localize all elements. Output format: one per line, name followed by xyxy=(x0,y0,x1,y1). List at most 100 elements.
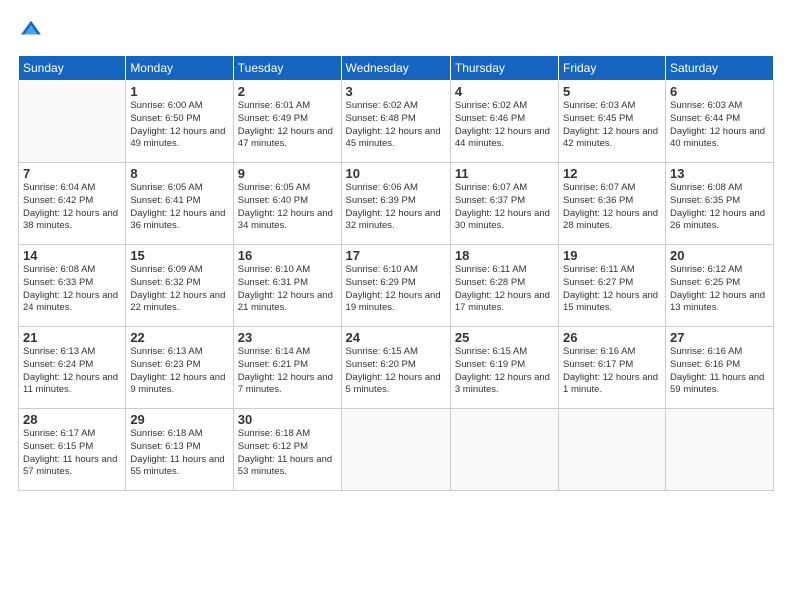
calendar-cell: 22Sunrise: 6:13 AMSunset: 6:23 PMDayligh… xyxy=(126,327,233,409)
calendar-cell: 4Sunrise: 6:02 AMSunset: 6:46 PMDaylight… xyxy=(450,81,558,163)
day-info: Sunrise: 6:07 AMSunset: 6:37 PMDaylight:… xyxy=(455,182,554,233)
day-number: 16 xyxy=(238,248,337,263)
logo-icon xyxy=(20,18,42,40)
day-number: 26 xyxy=(563,330,661,345)
day-number: 14 xyxy=(23,248,121,263)
calendar-cell xyxy=(665,409,773,491)
calendar-cell: 26Sunrise: 6:16 AMSunset: 6:17 PMDayligh… xyxy=(559,327,666,409)
day-info: Sunrise: 6:05 AMSunset: 6:40 PMDaylight:… xyxy=(238,182,337,233)
day-number: 4 xyxy=(455,84,554,99)
day-number: 5 xyxy=(563,84,661,99)
day-number: 27 xyxy=(670,330,769,345)
weekday-header-wednesday: Wednesday xyxy=(341,56,450,81)
calendar-cell: 14Sunrise: 6:08 AMSunset: 6:33 PMDayligh… xyxy=(19,245,126,327)
calendar-cell: 13Sunrise: 6:08 AMSunset: 6:35 PMDayligh… xyxy=(665,163,773,245)
day-number: 12 xyxy=(563,166,661,181)
calendar-cell: 20Sunrise: 6:12 AMSunset: 6:25 PMDayligh… xyxy=(665,245,773,327)
day-info: Sunrise: 6:17 AMSunset: 6:15 PMDaylight:… xyxy=(23,428,121,479)
day-info: Sunrise: 6:00 AMSunset: 6:50 PMDaylight:… xyxy=(130,100,228,151)
day-number: 8 xyxy=(130,166,228,181)
calendar-cell: 10Sunrise: 6:06 AMSunset: 6:39 PMDayligh… xyxy=(341,163,450,245)
calendar-cell: 30Sunrise: 6:18 AMSunset: 6:12 PMDayligh… xyxy=(233,409,341,491)
day-info: Sunrise: 6:08 AMSunset: 6:33 PMDaylight:… xyxy=(23,264,121,315)
calendar-cell xyxy=(19,81,126,163)
weekday-header-thursday: Thursday xyxy=(450,56,558,81)
day-info: Sunrise: 6:06 AMSunset: 6:39 PMDaylight:… xyxy=(346,182,446,233)
calendar-cell: 7Sunrise: 6:04 AMSunset: 6:42 PMDaylight… xyxy=(19,163,126,245)
day-number: 24 xyxy=(346,330,446,345)
day-number: 2 xyxy=(238,84,337,99)
week-row-5: 28Sunrise: 6:17 AMSunset: 6:15 PMDayligh… xyxy=(19,409,774,491)
day-number: 10 xyxy=(346,166,446,181)
day-info: Sunrise: 6:10 AMSunset: 6:31 PMDaylight:… xyxy=(238,264,337,315)
weekday-header-monday: Monday xyxy=(126,56,233,81)
calendar: SundayMondayTuesdayWednesdayThursdayFrid… xyxy=(18,55,774,491)
day-info: Sunrise: 6:01 AMSunset: 6:49 PMDaylight:… xyxy=(238,100,337,151)
calendar-cell: 2Sunrise: 6:01 AMSunset: 6:49 PMDaylight… xyxy=(233,81,341,163)
calendar-cell: 27Sunrise: 6:16 AMSunset: 6:16 PMDayligh… xyxy=(665,327,773,409)
calendar-cell: 9Sunrise: 6:05 AMSunset: 6:40 PMDaylight… xyxy=(233,163,341,245)
page: SundayMondayTuesdayWednesdayThursdayFrid… xyxy=(0,0,792,612)
day-info: Sunrise: 6:02 AMSunset: 6:46 PMDaylight:… xyxy=(455,100,554,151)
day-info: Sunrise: 6:08 AMSunset: 6:35 PMDaylight:… xyxy=(670,182,769,233)
day-number: 1 xyxy=(130,84,228,99)
day-info: Sunrise: 6:18 AMSunset: 6:13 PMDaylight:… xyxy=(130,428,228,479)
weekday-header-tuesday: Tuesday xyxy=(233,56,341,81)
calendar-cell: 15Sunrise: 6:09 AMSunset: 6:32 PMDayligh… xyxy=(126,245,233,327)
calendar-cell: 12Sunrise: 6:07 AMSunset: 6:36 PMDayligh… xyxy=(559,163,666,245)
calendar-cell: 28Sunrise: 6:17 AMSunset: 6:15 PMDayligh… xyxy=(19,409,126,491)
day-number: 25 xyxy=(455,330,554,345)
calendar-cell xyxy=(450,409,558,491)
day-info: Sunrise: 6:03 AMSunset: 6:45 PMDaylight:… xyxy=(563,100,661,151)
calendar-cell: 1Sunrise: 6:00 AMSunset: 6:50 PMDaylight… xyxy=(126,81,233,163)
logo xyxy=(18,18,42,45)
calendar-cell: 24Sunrise: 6:15 AMSunset: 6:20 PMDayligh… xyxy=(341,327,450,409)
calendar-cell xyxy=(559,409,666,491)
weekday-header-friday: Friday xyxy=(559,56,666,81)
day-info: Sunrise: 6:02 AMSunset: 6:48 PMDaylight:… xyxy=(346,100,446,151)
calendar-cell: 8Sunrise: 6:05 AMSunset: 6:41 PMDaylight… xyxy=(126,163,233,245)
day-info: Sunrise: 6:15 AMSunset: 6:19 PMDaylight:… xyxy=(455,346,554,397)
calendar-cell: 18Sunrise: 6:11 AMSunset: 6:28 PMDayligh… xyxy=(450,245,558,327)
day-number: 28 xyxy=(23,412,121,427)
day-number: 20 xyxy=(670,248,769,263)
weekday-header-row: SundayMondayTuesdayWednesdayThursdayFrid… xyxy=(19,56,774,81)
calendar-cell: 5Sunrise: 6:03 AMSunset: 6:45 PMDaylight… xyxy=(559,81,666,163)
calendar-cell: 21Sunrise: 6:13 AMSunset: 6:24 PMDayligh… xyxy=(19,327,126,409)
day-number: 30 xyxy=(238,412,337,427)
day-info: Sunrise: 6:15 AMSunset: 6:20 PMDaylight:… xyxy=(346,346,446,397)
calendar-cell: 16Sunrise: 6:10 AMSunset: 6:31 PMDayligh… xyxy=(233,245,341,327)
day-info: Sunrise: 6:05 AMSunset: 6:41 PMDaylight:… xyxy=(130,182,228,233)
day-info: Sunrise: 6:07 AMSunset: 6:36 PMDaylight:… xyxy=(563,182,661,233)
day-info: Sunrise: 6:09 AMSunset: 6:32 PMDaylight:… xyxy=(130,264,228,315)
day-info: Sunrise: 6:13 AMSunset: 6:23 PMDaylight:… xyxy=(130,346,228,397)
day-number: 18 xyxy=(455,248,554,263)
calendar-cell: 19Sunrise: 6:11 AMSunset: 6:27 PMDayligh… xyxy=(559,245,666,327)
calendar-cell: 25Sunrise: 6:15 AMSunset: 6:19 PMDayligh… xyxy=(450,327,558,409)
weekday-header-sunday: Sunday xyxy=(19,56,126,81)
day-number: 29 xyxy=(130,412,228,427)
day-number: 21 xyxy=(23,330,121,345)
calendar-cell: 17Sunrise: 6:10 AMSunset: 6:29 PMDayligh… xyxy=(341,245,450,327)
day-number: 7 xyxy=(23,166,121,181)
day-info: Sunrise: 6:04 AMSunset: 6:42 PMDaylight:… xyxy=(23,182,121,233)
day-info: Sunrise: 6:16 AMSunset: 6:17 PMDaylight:… xyxy=(563,346,661,397)
day-number: 22 xyxy=(130,330,228,345)
calendar-cell xyxy=(341,409,450,491)
weekday-header-saturday: Saturday xyxy=(665,56,773,81)
header xyxy=(18,18,774,45)
calendar-cell: 29Sunrise: 6:18 AMSunset: 6:13 PMDayligh… xyxy=(126,409,233,491)
day-number: 11 xyxy=(455,166,554,181)
day-info: Sunrise: 6:18 AMSunset: 6:12 PMDaylight:… xyxy=(238,428,337,479)
week-row-2: 7Sunrise: 6:04 AMSunset: 6:42 PMDaylight… xyxy=(19,163,774,245)
day-info: Sunrise: 6:12 AMSunset: 6:25 PMDaylight:… xyxy=(670,264,769,315)
day-info: Sunrise: 6:11 AMSunset: 6:28 PMDaylight:… xyxy=(455,264,554,315)
day-number: 23 xyxy=(238,330,337,345)
week-row-3: 14Sunrise: 6:08 AMSunset: 6:33 PMDayligh… xyxy=(19,245,774,327)
calendar-cell: 3Sunrise: 6:02 AMSunset: 6:48 PMDaylight… xyxy=(341,81,450,163)
day-number: 6 xyxy=(670,84,769,99)
day-number: 13 xyxy=(670,166,769,181)
day-info: Sunrise: 6:11 AMSunset: 6:27 PMDaylight:… xyxy=(563,264,661,315)
day-number: 17 xyxy=(346,248,446,263)
day-info: Sunrise: 6:03 AMSunset: 6:44 PMDaylight:… xyxy=(670,100,769,151)
